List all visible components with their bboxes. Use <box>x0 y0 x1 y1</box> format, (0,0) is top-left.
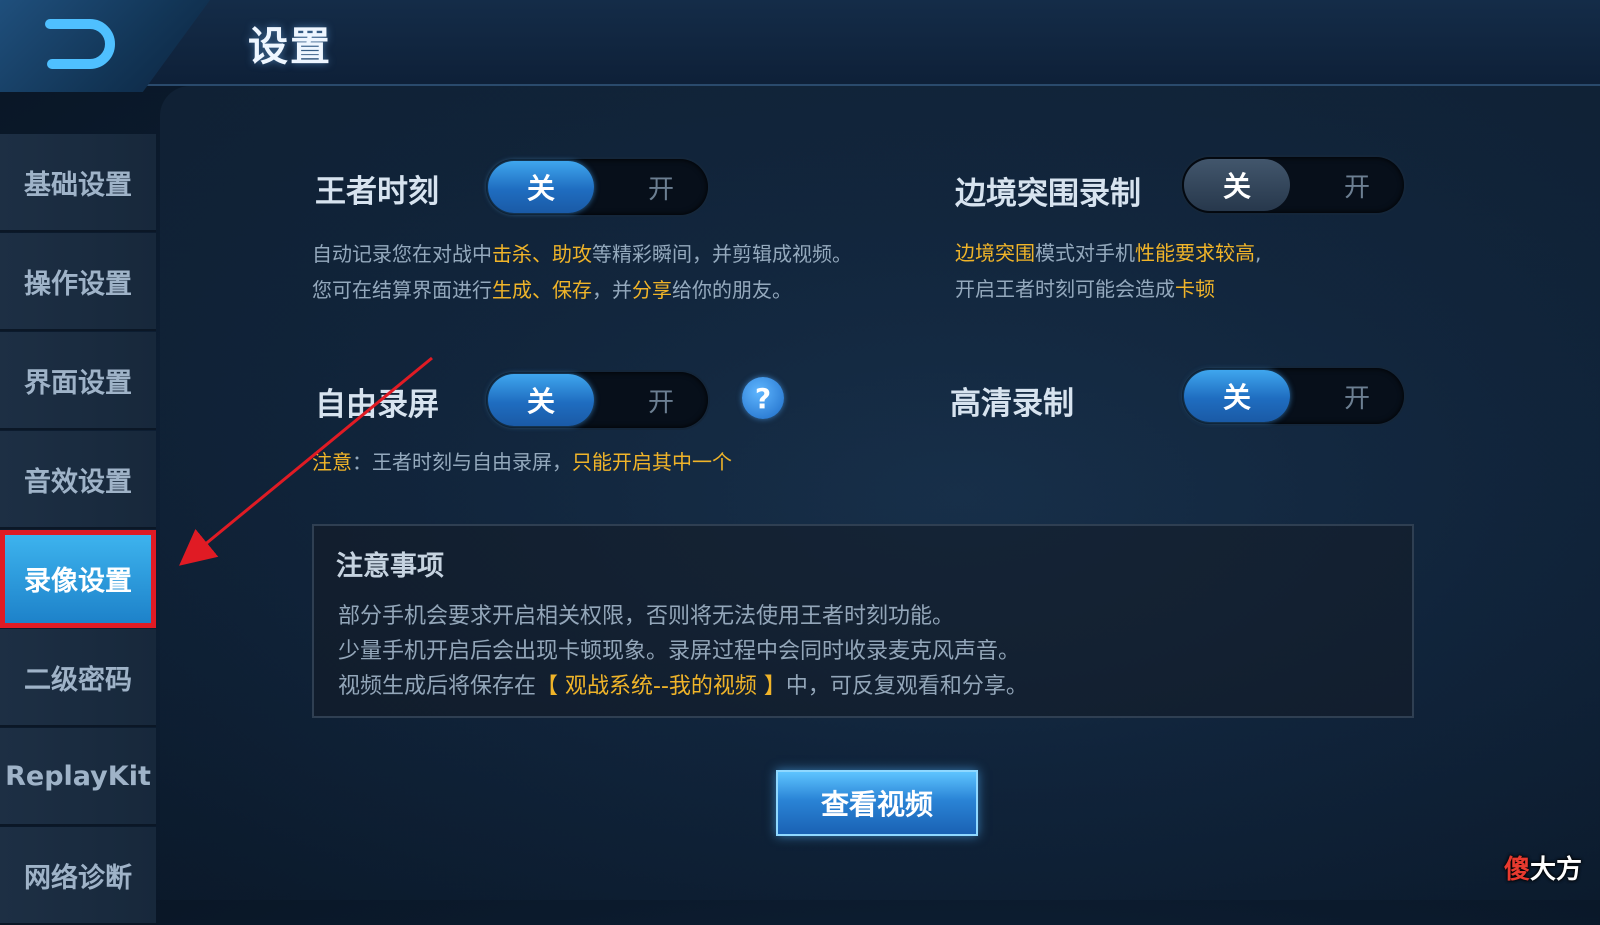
toggle-off-label: 关 <box>1184 159 1290 211</box>
free-recording-toggle[interactable]: 关 开 <box>486 372 708 428</box>
sidebar-item-recording[interactable]: 录像设置 <box>0 530 156 628</box>
toggle-on-label: 开 <box>647 175 674 205</box>
notice-line: 少量手机开启后会出现卡顿现象。录屏过程中会同时收录麦克风声音。 <box>338 639 1021 664</box>
free-recording-note: 注意：王者时刻与自由录屏，只能开启其中一个 <box>312 450 732 474</box>
help-icon[interactable]: ? <box>742 377 784 419</box>
back-arrow-icon <box>45 19 115 69</box>
border-recording-description: 边境突围模式对手机性能要求较高, 开启王者时刻可能会造成卡顿 <box>955 241 1262 301</box>
toggle-on-label: 开 <box>1343 173 1370 203</box>
view-video-button[interactable]: 查看视频 <box>776 770 978 836</box>
toggle-off-label: 关 <box>1184 370 1290 422</box>
border-recording-toggle[interactable]: 关 开 <box>1182 157 1404 213</box>
notice-line: 部分手机会要求开启相关权限，否则将无法使用王者时刻功能。 <box>338 604 955 629</box>
notice-title: 注意事项 <box>336 551 444 582</box>
toggle-off-label: 关 <box>488 161 594 213</box>
sidebar-item-replaykit[interactable]: ReplayKit <box>0 728 156 826</box>
hd-recording-label: 高清录制 <box>950 386 1074 422</box>
top-bar <box>0 0 1600 86</box>
wangzhe-moment-toggle[interactable]: 关 开 <box>486 159 708 215</box>
sidebar-item-second-password[interactable]: 二级密码 <box>0 629 156 727</box>
sidebar-item-basic[interactable]: 基础设置 <box>0 134 156 232</box>
wangzhe-moment-description: 自动记录您在对战中击杀、助攻等精彩瞬间，并剪辑成视频。 您可在结算界面进行生成、… <box>312 242 852 302</box>
page-title: 设置 <box>248 24 332 70</box>
hd-recording-toggle[interactable]: 关 开 <box>1182 368 1404 424</box>
wangzhe-moment-label: 王者时刻 <box>315 174 439 210</box>
border-recording-label: 边境突围录制 <box>955 176 1141 212</box>
sidebar-item-operation[interactable]: 操作设置 <box>0 233 156 331</box>
sidebar-item-interface[interactable]: 界面设置 <box>0 332 156 430</box>
free-recording-label: 自由录屏 <box>315 387 439 423</box>
watermark: 傻大方 <box>1503 855 1582 885</box>
sidebar-item-sound[interactable]: 音效设置 <box>0 431 156 529</box>
toggle-on-label: 开 <box>1343 384 1370 414</box>
toggle-on-label: 开 <box>647 388 674 418</box>
sidebar-item-network[interactable]: 网络诊断 <box>0 827 156 925</box>
toggle-off-label: 关 <box>488 374 594 426</box>
notice-box: 注意事项 部分手机会要求开启相关权限，否则将无法使用王者时刻功能。 少量手机开启… <box>312 524 1414 718</box>
notice-line: 视频生成后将保存在【 观战系统--我的视频 】中，可反复观看和分享。 <box>338 674 1028 699</box>
sidebar: 基础设置 操作设置 界面设置 音效设置 录像设置 二级密码 ReplayKit … <box>0 134 158 925</box>
